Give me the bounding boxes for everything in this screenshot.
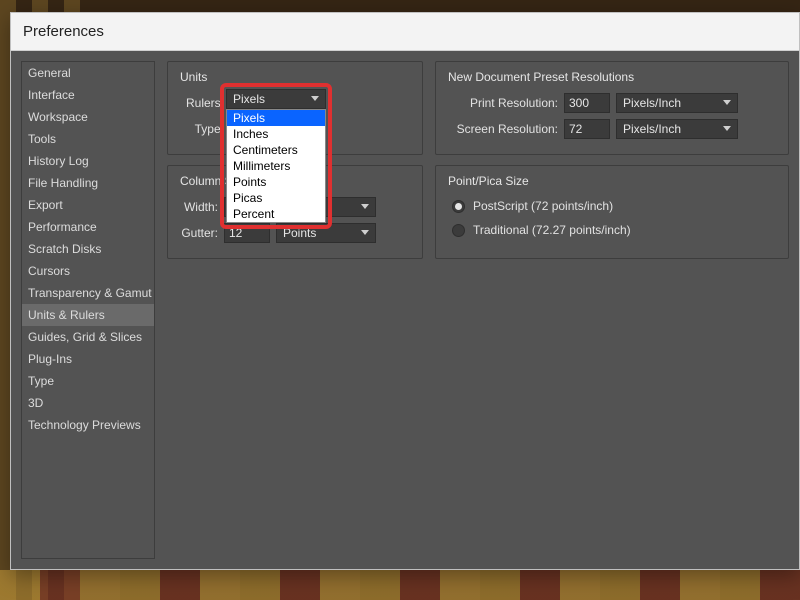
- print-resolution-input[interactable]: [564, 93, 610, 113]
- column-width-label: Width:: [180, 200, 218, 214]
- screen-resolution-unit-select[interactable]: Pixels/Inch: [616, 119, 738, 139]
- rulers-option-millimeters[interactable]: Millimeters: [227, 158, 325, 174]
- sidebar-item-file-handling[interactable]: File Handling: [22, 172, 154, 194]
- sidebar-item-plug-ins[interactable]: Plug-Ins: [22, 348, 154, 370]
- sidebar-item-history-log[interactable]: History Log: [22, 150, 154, 172]
- sidebar-item-cursors[interactable]: Cursors: [22, 260, 154, 282]
- sidebar-item-3d[interactable]: 3D: [22, 392, 154, 414]
- rulers-dropdown-open: Pixels PixelsInchesCentimetersMillimeter…: [226, 89, 326, 223]
- rulers-option-centimeters[interactable]: Centimeters: [227, 142, 325, 158]
- sidebar-item-transparency-gamut[interactable]: Transparency & Gamut: [22, 282, 154, 304]
- sidebar-item-technology-previews[interactable]: Technology Previews: [22, 414, 154, 436]
- postscript-radio[interactable]: [452, 200, 465, 213]
- rulers-option-percent[interactable]: Percent: [227, 206, 325, 222]
- sidebar-item-interface[interactable]: Interface: [22, 84, 154, 106]
- postscript-radio-label: PostScript (72 points/inch): [473, 199, 613, 213]
- resolutions-group: New Document Preset Resolutions Print Re…: [435, 61, 789, 155]
- rulers-option-pixels[interactable]: Pixels: [227, 110, 325, 126]
- preferences-dialog: Preferences GeneralInterfaceWorkspaceToo…: [10, 12, 800, 570]
- rulers-option-inches[interactable]: Inches: [227, 126, 325, 142]
- column-gutter-label: Gutter:: [180, 226, 218, 240]
- chevron-down-icon: [311, 94, 321, 104]
- screen-resolution-input[interactable]: [564, 119, 610, 139]
- preferences-main: Units Rulers: Type: Pixels: [167, 61, 789, 559]
- traditional-radio-label: Traditional (72.27 points/inch): [473, 223, 631, 237]
- sidebar-item-performance[interactable]: Performance: [22, 216, 154, 238]
- sidebar-item-workspace[interactable]: Workspace: [22, 106, 154, 128]
- sidebar-item-guides-grid-slices[interactable]: Guides, Grid & Slices: [22, 326, 154, 348]
- chevron-down-icon: [723, 98, 733, 108]
- chevron-down-icon: [361, 202, 371, 212]
- sidebar-item-scratch-disks[interactable]: Scratch Disks: [22, 238, 154, 260]
- preferences-sidebar: GeneralInterfaceWorkspaceToolsHistory Lo…: [21, 61, 155, 559]
- sidebar-item-type[interactable]: Type: [22, 370, 154, 392]
- screen-resolution-label: Screen Resolution:: [448, 122, 558, 136]
- rulers-label: Rulers:: [180, 96, 224, 110]
- screen-resolution-unit-value: Pixels/Inch: [623, 122, 681, 136]
- resolutions-group-title: New Document Preset Resolutions: [448, 70, 776, 84]
- type-label: Type:: [180, 122, 224, 136]
- sidebar-item-units-rulers[interactable]: Units & Rulers: [22, 304, 154, 326]
- print-resolution-unit-value: Pixels/Inch: [623, 96, 681, 110]
- print-resolution-label: Print Resolution:: [448, 96, 558, 110]
- rulers-select-value: Pixels: [233, 92, 265, 106]
- column-gutter-unit-select[interactable]: Points: [276, 223, 376, 243]
- point-pica-group-title: Point/Pica Size: [448, 174, 776, 188]
- chevron-down-icon: [361, 228, 371, 238]
- rulers-option-picas[interactable]: Picas: [227, 190, 325, 206]
- sidebar-item-tools[interactable]: Tools: [22, 128, 154, 150]
- sidebar-item-general[interactable]: General: [22, 62, 154, 84]
- dialog-body: GeneralInterfaceWorkspaceToolsHistory Lo…: [11, 51, 799, 569]
- rulers-options-list[interactable]: PixelsInchesCentimetersMillimetersPoints…: [226, 109, 326, 223]
- traditional-radio[interactable]: [452, 224, 465, 237]
- chevron-down-icon: [723, 124, 733, 134]
- point-pica-group: Point/Pica Size PostScript (72 points/in…: [435, 165, 789, 259]
- print-resolution-unit-select[interactable]: Pixels/Inch: [616, 93, 738, 113]
- postscript-radio-row[interactable]: PostScript (72 points/inch): [448, 194, 776, 218]
- traditional-radio-row[interactable]: Traditional (72.27 points/inch): [448, 218, 776, 242]
- dialog-titlebar: Preferences: [11, 13, 799, 51]
- sidebar-item-export[interactable]: Export: [22, 194, 154, 216]
- dialog-title: Preferences: [23, 23, 104, 40]
- units-group: Units Rulers: Type: Pixels: [167, 61, 423, 155]
- rulers-option-points[interactable]: Points: [227, 174, 325, 190]
- column-gutter-input[interactable]: [224, 223, 270, 243]
- column-gutter-unit-value: Points: [283, 226, 316, 240]
- rulers-select[interactable]: Pixels: [226, 89, 326, 109]
- units-group-title: Units: [180, 70, 410, 84]
